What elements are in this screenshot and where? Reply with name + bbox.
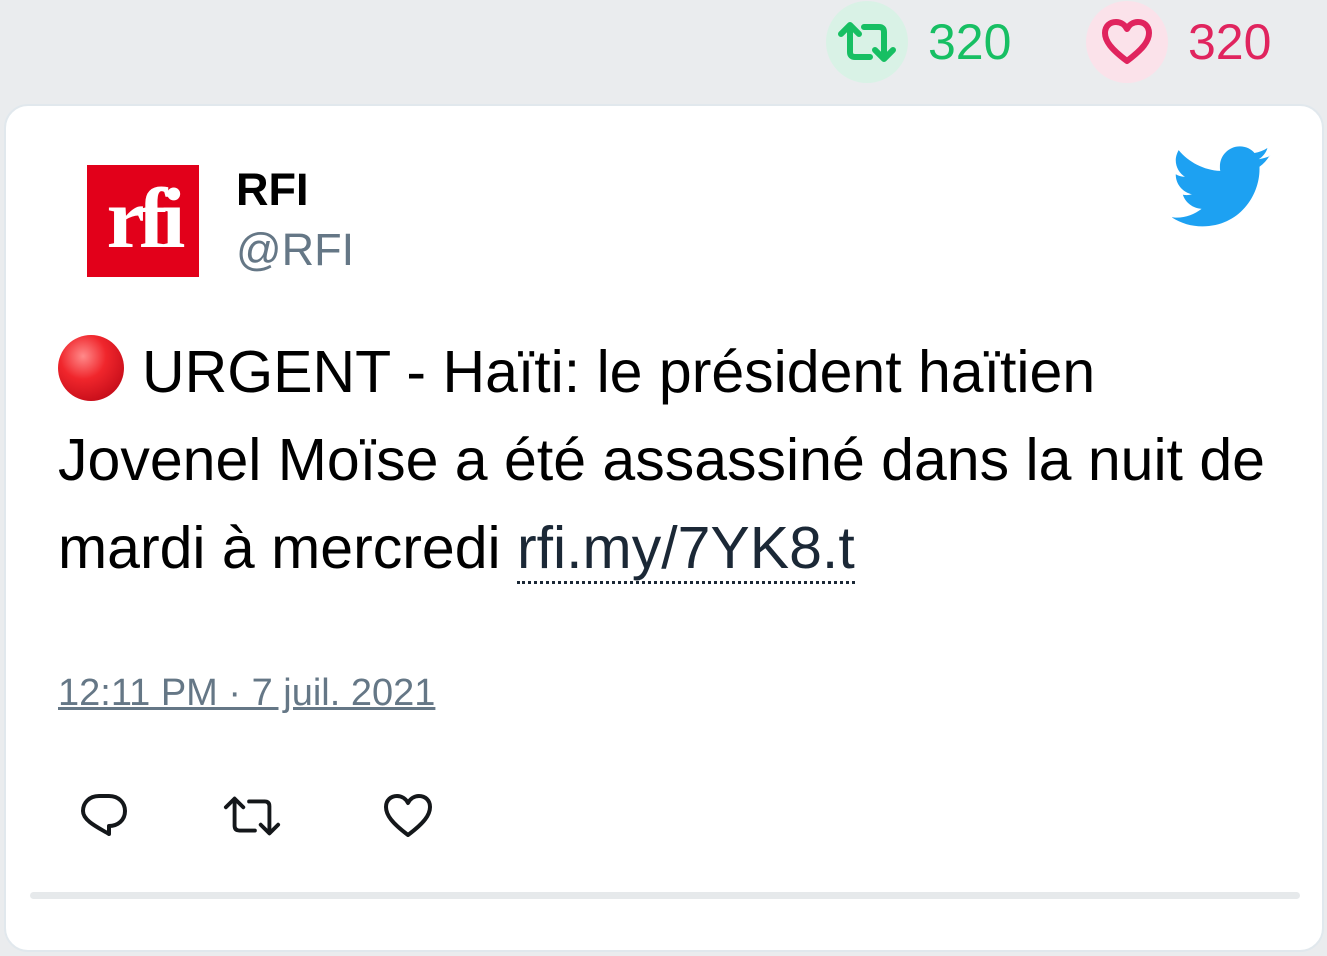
like-stat-icon <box>1086 1 1168 83</box>
reply-button[interactable] <box>74 786 134 846</box>
tweet-body: URGENT - Haïti: le président haïtien Jov… <box>58 328 1278 592</box>
heart-icon <box>384 794 432 837</box>
author-name[interactable]: RFI <box>236 164 309 216</box>
retweet-stat-icon <box>826 1 908 83</box>
retweet-count: 320 <box>928 14 1012 70</box>
like-count: 320 <box>1188 14 1272 70</box>
rfi-logo: rfi <box>87 165 199 277</box>
tweet-actions <box>6 786 1322 846</box>
reply-icon <box>81 794 127 836</box>
retweet-stat[interactable]: 320 <box>826 0 1011 84</box>
like-stat[interactable]: 320 <box>1086 0 1271 84</box>
divider <box>30 892 1300 899</box>
tweet-stats-bar: 320 320 <box>0 0 1327 100</box>
tweet-timestamp[interactable]: 12:11 PM · 7 juil. 2021 <box>58 672 435 715</box>
author-handle[interactable]: @RFI <box>236 224 354 276</box>
retweet-button[interactable] <box>222 786 282 846</box>
like-button[interactable] <box>378 786 438 846</box>
avatar[interactable]: rfi <box>78 156 208 286</box>
twitter-bird-icon[interactable] <box>1171 146 1272 230</box>
tweet-link[interactable]: rfi.my/7YK8.t <box>517 515 855 584</box>
tweet-card: rfi RFI @RFI URGENT - Haïti: le présiden… <box>4 104 1324 952</box>
retweet-icon <box>223 796 281 836</box>
red-circle-icon <box>58 335 124 401</box>
rfi-logo-text: rfi <box>106 170 186 266</box>
